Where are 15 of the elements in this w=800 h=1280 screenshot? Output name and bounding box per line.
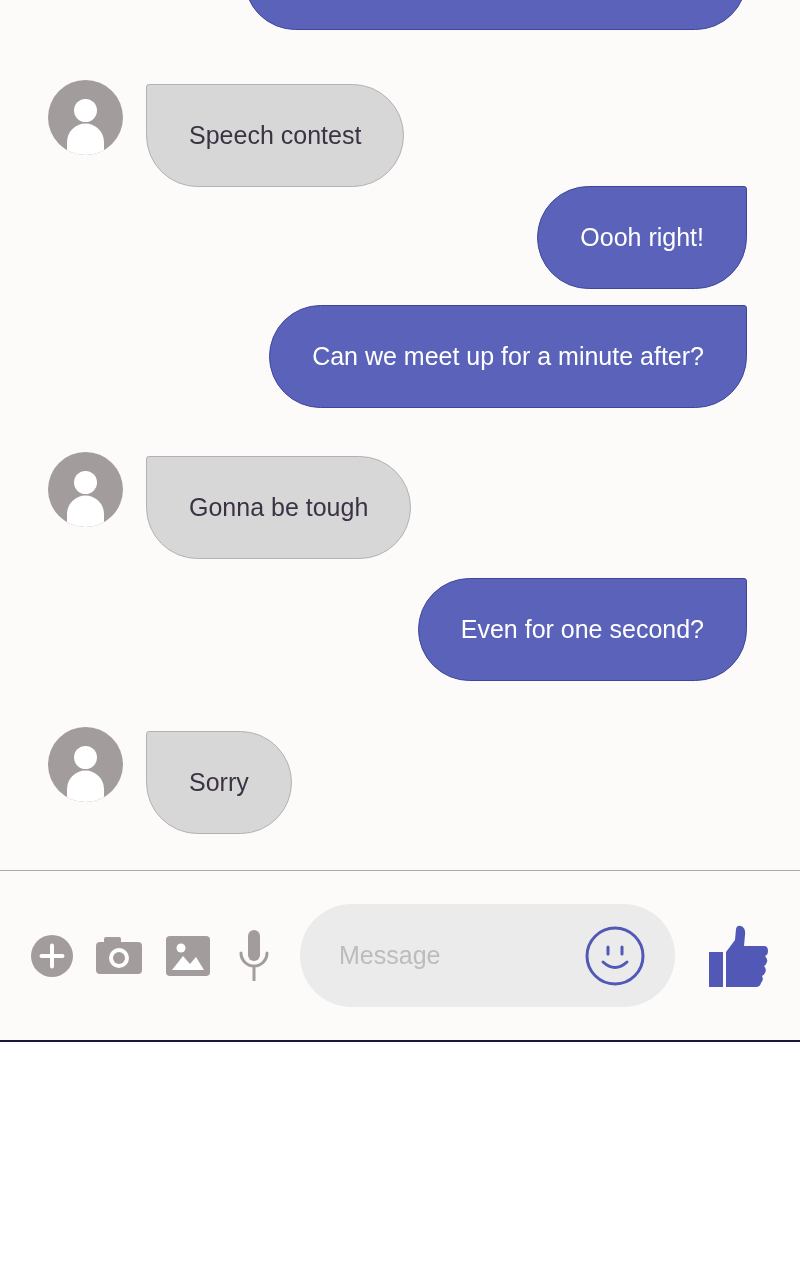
message-bubble: Gonna be tough: [146, 456, 412, 559]
thumbs-up-icon[interactable]: [709, 924, 769, 987]
microphone-icon[interactable]: [238, 930, 270, 981]
smiley-icon[interactable]: [585, 926, 645, 986]
message-bubble: Oooh right!: [537, 186, 747, 289]
message-bubble: Can we meet up for a minute after?: [269, 305, 747, 408]
image-icon[interactable]: [166, 935, 210, 976]
message-bubble: Even for one second?: [417, 578, 747, 681]
avatar-icon: [48, 452, 123, 527]
message-bubble: Sorry: [146, 731, 292, 834]
avatar-icon: [48, 727, 123, 802]
plus-icon[interactable]: [31, 934, 73, 977]
avatar-icon: [48, 80, 123, 155]
camera-icon[interactable]: [96, 937, 142, 974]
message-bubble: Speech contest: [146, 84, 405, 187]
